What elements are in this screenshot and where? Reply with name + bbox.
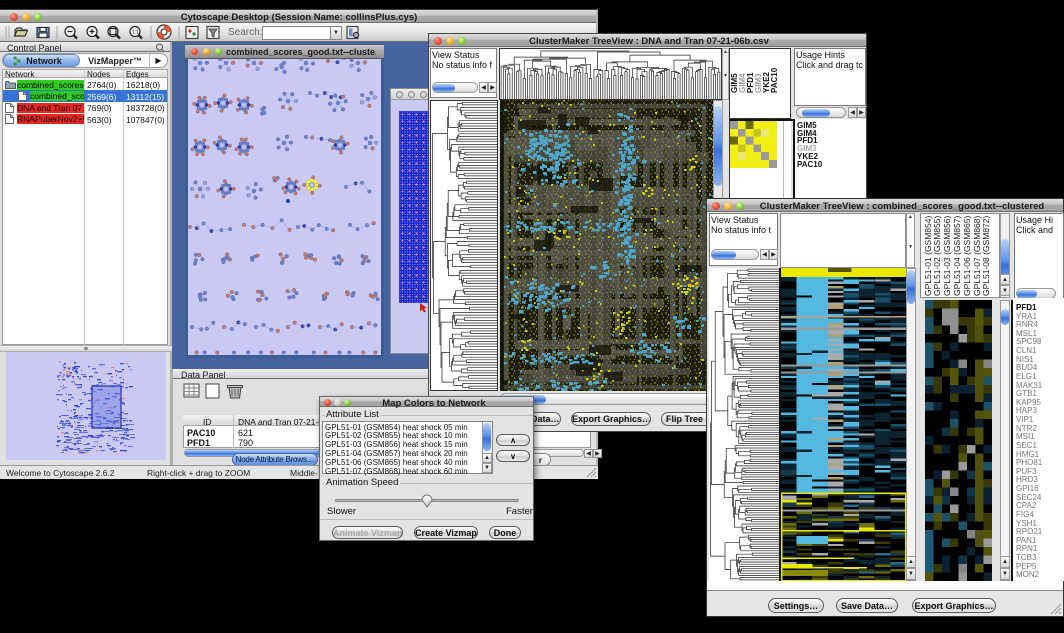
svg-text:1:1: 1:1 [132,30,139,36]
